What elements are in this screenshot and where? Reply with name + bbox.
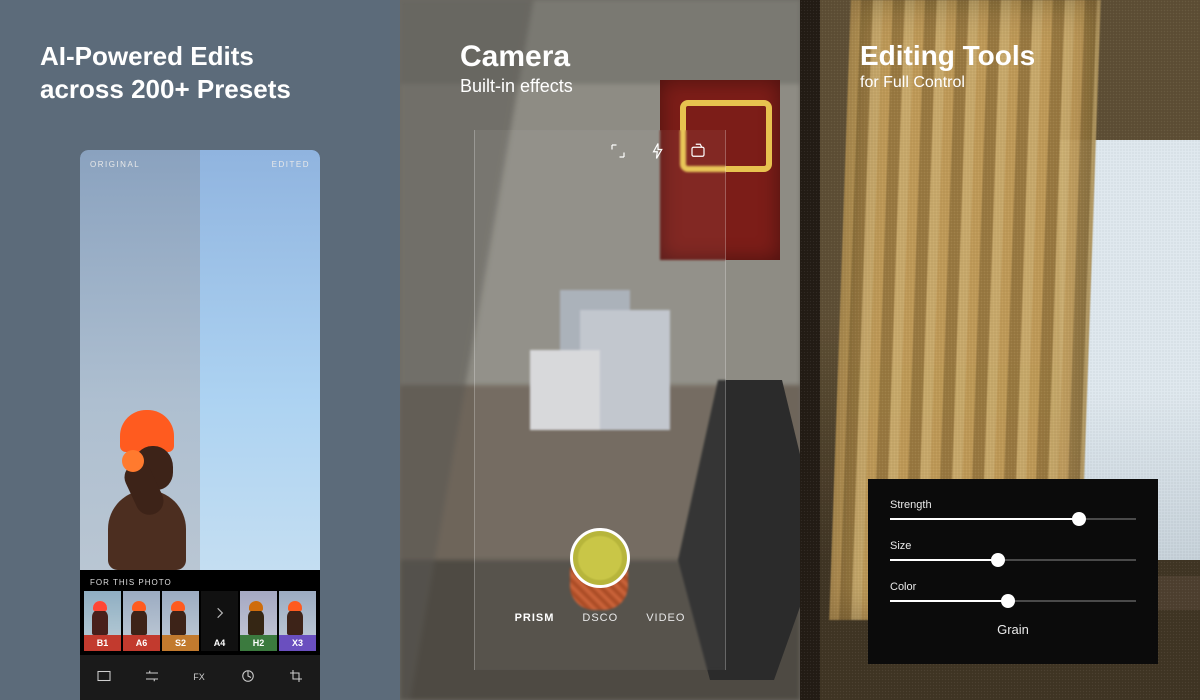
compare-edited-label: EDITED — [272, 160, 310, 169]
slider-color[interactable]: Color — [890, 581, 1136, 602]
preset-thumb — [162, 591, 199, 635]
preset-thumb — [279, 591, 316, 635]
slider-track[interactable] — [890, 518, 1136, 520]
compare-original-label: ORIGINAL — [90, 160, 140, 169]
preset-thumb — [240, 591, 277, 635]
camera-mode-video[interactable]: VIDEO — [646, 612, 685, 624]
panel3-headline: Editing Tools for Full Control — [860, 40, 1035, 92]
slider-label: Size — [890, 540, 1136, 552]
slider-thumb[interactable] — [1072, 512, 1086, 526]
compare-slider[interactable]: ORIGINAL EDITED — [80, 150, 320, 570]
slider-strength[interactable]: Strength — [890, 499, 1136, 520]
aspect-icon[interactable] — [609, 142, 627, 165]
editor-toolbar: FX — [80, 655, 320, 700]
for-this-photo-label: FOR THIS PHOTO — [80, 570, 320, 591]
preset-label: X3 — [279, 635, 316, 651]
slider-label: Strength — [890, 499, 1136, 511]
camera-viewfinder: PRISM DSCO VIDEO — [474, 130, 726, 670]
preset-thumb — [123, 591, 160, 635]
preset-more-icon[interactable] — [201, 591, 238, 635]
compare-edited-side — [200, 150, 320, 570]
panel3-title: Editing Tools — [860, 40, 1035, 72]
adjust-icon[interactable] — [143, 667, 161, 690]
preset-thumb — [84, 591, 121, 635]
flash-icon[interactable] — [649, 142, 667, 165]
camera-top-icons — [609, 142, 707, 165]
panel1-headline-line2: across 200+ Presets — [40, 73, 380, 106]
slider-size[interactable]: Size — [890, 540, 1136, 561]
grain-tool-panel: Strength Size Color Grain — [868, 479, 1158, 664]
preset-x3[interactable]: X3 — [279, 591, 316, 651]
camera-mode-selector[interactable]: PRISM DSCO VIDEO — [475, 612, 725, 624]
preset-s2[interactable]: S2 — [162, 591, 199, 651]
preset-a4[interactable]: A4 — [201, 591, 238, 651]
panel2-headline: Camera Built-in effects — [460, 40, 573, 97]
crop-icon[interactable] — [287, 667, 305, 690]
camera-mode-dsco[interactable]: DSCO — [582, 612, 618, 624]
slider-track[interactable] — [890, 600, 1136, 602]
preset-label: S2 — [162, 635, 199, 651]
preset-label: A6 — [123, 635, 160, 651]
preset-label: B1 — [84, 635, 121, 651]
slider-track[interactable] — [890, 559, 1136, 561]
slider-label: Color — [890, 581, 1136, 593]
preset-strip[interactable]: B1A6S2A4H2X3 — [80, 591, 320, 655]
tool-name-label: Grain — [890, 622, 1136, 637]
phone-mock-presets: ORIGINAL EDITED FOR THIS PHOTO B1A6S2A4H… — [80, 150, 320, 700]
preset-a6[interactable]: A6 — [123, 591, 160, 651]
preset-b1[interactable]: B1 — [84, 591, 121, 651]
promo-panel-editing-tools: Editing Tools for Full Control StrengthS… — [800, 0, 1200, 700]
svg-text:FX: FX — [193, 671, 205, 681]
panel2-title: Camera — [460, 40, 573, 74]
panel1-headline-line1: AI-Powered Edits — [40, 40, 380, 73]
panel3-subtitle: for Full Control — [860, 74, 1035, 92]
promo-panel-camera: Camera Built-in effects PRISM DSCO VIDEO — [400, 0, 800, 700]
preset-label: H2 — [240, 635, 277, 651]
subject-figure — [120, 410, 186, 570]
shutter-button[interactable] — [570, 528, 630, 588]
camera-mode-prism[interactable]: PRISM — [515, 612, 555, 624]
presets-icon[interactable] — [95, 667, 113, 690]
panel1-headline: AI-Powered Edits across 200+ Presets — [40, 40, 380, 105]
panel2-subtitle: Built-in effects — [460, 76, 573, 97]
recipes-icon[interactable] — [239, 667, 257, 690]
switch-camera-icon[interactable] — [689, 142, 707, 165]
preset-label: A4 — [201, 635, 238, 651]
fx-icon[interactable]: FX — [191, 667, 209, 690]
promo-panel-presets: AI-Powered Edits across 200+ Presets ORI… — [0, 0, 400, 700]
slider-thumb[interactable] — [1001, 594, 1015, 608]
preset-h2[interactable]: H2 — [240, 591, 277, 651]
slider-thumb[interactable] — [991, 553, 1005, 567]
